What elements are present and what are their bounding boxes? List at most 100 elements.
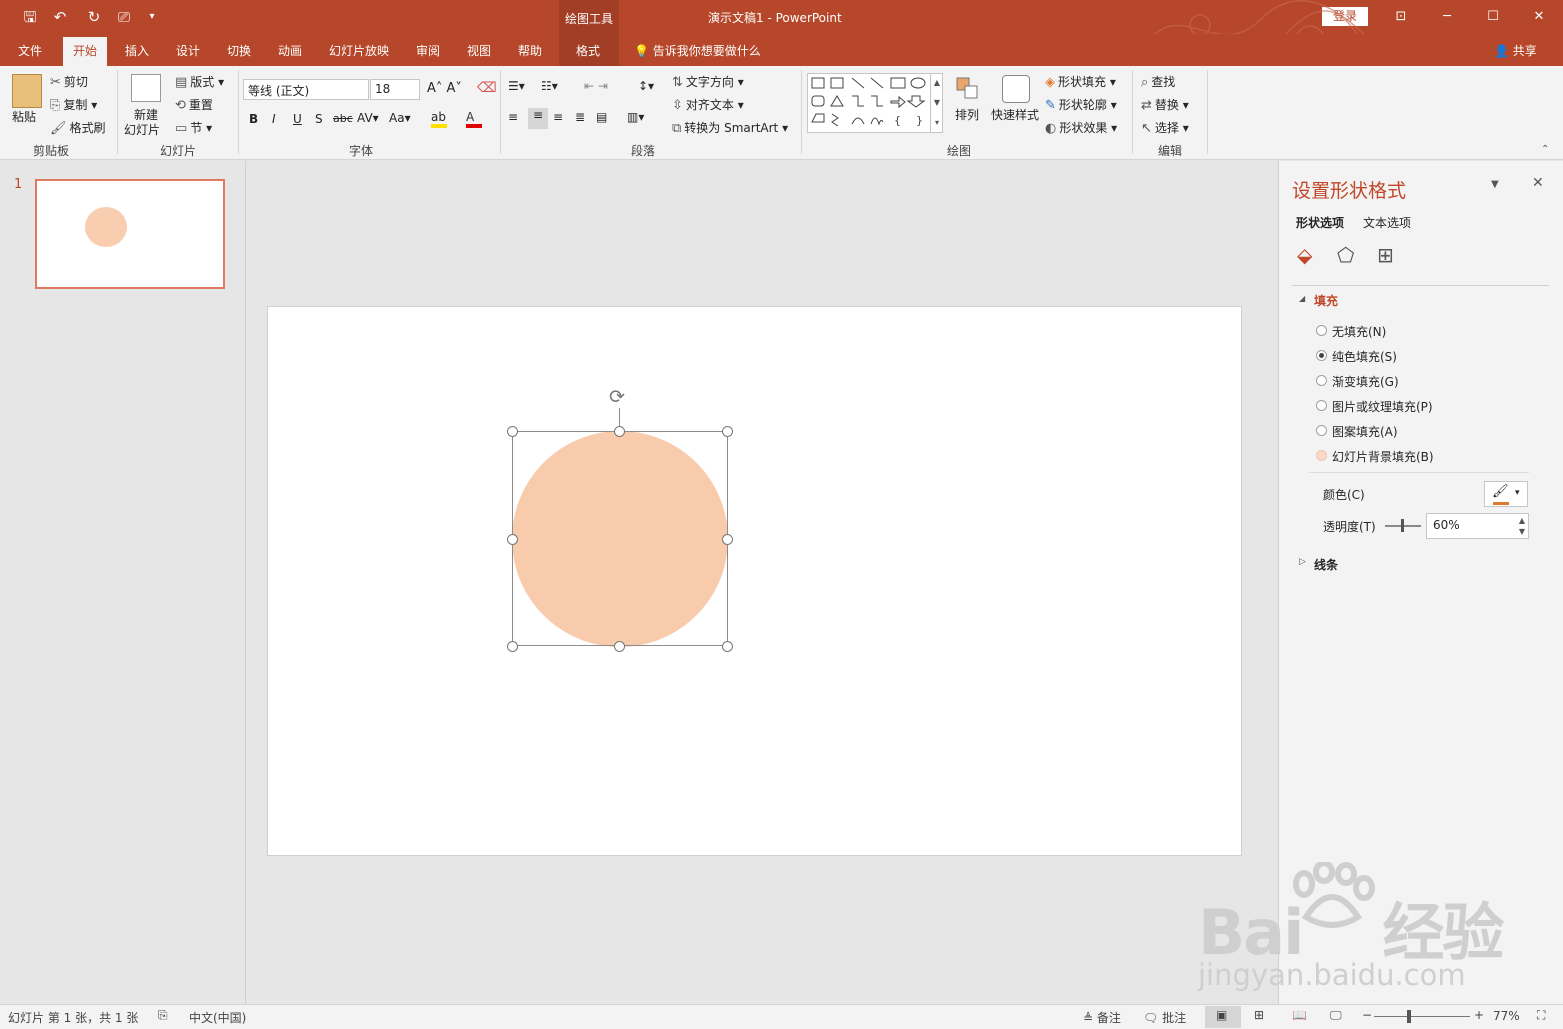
italic-icon[interactable]: I bbox=[272, 112, 276, 126]
label-solid-fill[interactable]: 纯色填充(S) bbox=[1332, 348, 1397, 365]
char-spacing-icon[interactable]: AV▾ bbox=[357, 111, 379, 125]
zoom-slider[interactable] bbox=[1374, 1016, 1470, 1017]
zoom-in-icon[interactable]: + bbox=[1474, 1008, 1484, 1022]
resize-handle-n[interactable] bbox=[614, 426, 625, 437]
size-properties-icon[interactable]: ⊞ bbox=[1377, 243, 1394, 267]
align-left-icon[interactable]: ≡ bbox=[508, 110, 518, 124]
tab-format[interactable]: 格式 bbox=[576, 42, 600, 59]
radio-solid-fill[interactable] bbox=[1316, 350, 1327, 361]
shape-effects-button[interactable]: ◐ 形状效果 ▾ bbox=[1045, 119, 1117, 136]
maximize-icon[interactable]: ☐ bbox=[1483, 8, 1503, 26]
tell-me-search[interactable]: 💡 告诉我你想要做什么 bbox=[634, 42, 761, 59]
slide-thumbnail[interactable] bbox=[35, 179, 225, 289]
tab-text-options[interactable]: 文本选项 bbox=[1363, 214, 1411, 231]
tab-slideshow[interactable]: 幻灯片放映 bbox=[329, 42, 389, 59]
resize-handle-s[interactable] bbox=[614, 641, 625, 652]
normal-view-icon[interactable]: ▣ bbox=[1216, 1008, 1227, 1022]
ribbon-display-options-icon[interactable]: ⊡ bbox=[1391, 8, 1411, 26]
fill-section-header[interactable]: 填充 bbox=[1314, 292, 1338, 309]
label-gradient-fill[interactable]: 渐变填充(G) bbox=[1332, 373, 1399, 390]
paste-label[interactable]: 粘贴 bbox=[12, 108, 36, 125]
slideshow-icon[interactable]: 🖵 bbox=[1330, 1008, 1342, 1023]
label-no-fill[interactable]: 无填充(N) bbox=[1332, 323, 1386, 340]
shape-outline-button[interactable]: ✎ 形状轮廓 ▾ bbox=[1045, 96, 1117, 113]
fit-to-window-icon[interactable]: ⛶ bbox=[1537, 1008, 1545, 1023]
tab-help[interactable]: 帮助 bbox=[518, 42, 542, 59]
font-family-select[interactable]: 等线 (正文) bbox=[243, 79, 369, 100]
redo-icon[interactable]: ↻ bbox=[84, 8, 104, 26]
arrange-label[interactable]: 排列 bbox=[955, 106, 979, 123]
paste-icon[interactable] bbox=[12, 74, 42, 108]
shape-fill-button[interactable]: ◈ 形状填充 ▾ bbox=[1045, 73, 1116, 90]
layout-button[interactable]: ▤ 版式 ▾ bbox=[175, 73, 224, 90]
resize-handle-se[interactable] bbox=[722, 641, 733, 652]
transparency-slider-thumb[interactable] bbox=[1401, 519, 1404, 532]
rotate-handle-icon[interactable]: ⟳ bbox=[609, 386, 625, 408]
notes-button[interactable]: ≜ 备注 bbox=[1083, 1009, 1121, 1026]
radio-picture-fill[interactable] bbox=[1316, 400, 1327, 411]
shadow-icon[interactable]: S bbox=[315, 112, 323, 126]
line-expand-icon[interactable]: ▷ bbox=[1299, 557, 1306, 567]
effects-pentagon-icon[interactable]: ⬠ bbox=[1337, 243, 1354, 267]
new-slide-icon[interactable] bbox=[131, 74, 161, 102]
minimize-icon[interactable]: ─ bbox=[1437, 8, 1457, 26]
line-section-header[interactable]: 线条 bbox=[1314, 556, 1338, 573]
align-text-button[interactable]: ⇳ 对齐文本 ▾ bbox=[672, 96, 744, 113]
align-right-icon[interactable]: ≡ bbox=[553, 110, 563, 124]
reset-button[interactable]: ⟲ 重置 bbox=[175, 96, 213, 113]
font-size-select[interactable]: 18 bbox=[370, 79, 420, 100]
change-case-icon[interactable]: Aa▾ bbox=[389, 111, 411, 125]
resize-handle-sw[interactable] bbox=[507, 641, 518, 652]
quick-styles-label[interactable]: 快速样式 bbox=[991, 106, 1039, 123]
slide-sorter-icon[interactable]: ⊞ bbox=[1254, 1008, 1264, 1022]
tab-insert[interactable]: 插入 bbox=[125, 42, 149, 59]
radio-pattern-fill[interactable] bbox=[1316, 425, 1327, 436]
spellcheck-icon[interactable]: ⎘ bbox=[158, 1008, 168, 1023]
label-pattern-fill[interactable]: 图案填充(A) bbox=[1332, 423, 1398, 440]
indent-icons[interactable]: ⇤ ⇥ bbox=[584, 79, 608, 93]
collapse-ribbon-icon[interactable]: ⌃ bbox=[1541, 144, 1549, 155]
tab-design[interactable]: 设计 bbox=[176, 42, 200, 59]
zoom-level[interactable]: 77% bbox=[1493, 1009, 1520, 1023]
comments-button[interactable]: 🗨 批注 bbox=[1143, 1009, 1186, 1026]
resize-handle-e[interactable] bbox=[722, 534, 733, 545]
tab-view[interactable]: 视图 bbox=[467, 42, 491, 59]
radio-background-fill[interactable] bbox=[1316, 450, 1327, 461]
replace-button[interactable]: ⇄ 替换 ▾ bbox=[1141, 96, 1189, 113]
resize-handle-ne[interactable] bbox=[722, 426, 733, 437]
fill-line-icon[interactable]: ⬙ bbox=[1297, 243, 1312, 267]
label-background-fill[interactable]: 幻灯片背景填充(B) bbox=[1332, 448, 1434, 465]
numbering-icon[interactable]: ☷▾ bbox=[541, 79, 558, 93]
zoom-out-icon[interactable]: − bbox=[1362, 1008, 1372, 1022]
zoom-slider-thumb[interactable] bbox=[1407, 1010, 1411, 1023]
cut-button[interactable]: ✂ 剪切 bbox=[50, 73, 88, 90]
format-painter-button[interactable]: 🖌 格式刷 bbox=[50, 119, 106, 136]
arrange-icon[interactable] bbox=[955, 76, 979, 100]
underline-icon[interactable]: U bbox=[293, 112, 302, 126]
strikethrough-icon[interactable]: abc bbox=[333, 112, 353, 125]
radio-no-fill[interactable] bbox=[1316, 325, 1327, 336]
start-from-beginning-icon[interactable]: ⎚ bbox=[114, 8, 134, 26]
tab-home[interactable]: 开始 bbox=[63, 37, 108, 66]
close-icon[interactable]: ✕ bbox=[1529, 8, 1549, 26]
new-slide-label-2[interactable]: 幻灯片 bbox=[124, 121, 160, 138]
tab-review[interactable]: 审阅 bbox=[416, 42, 440, 59]
reading-view-icon[interactable]: 📖 bbox=[1292, 1008, 1307, 1022]
language-indicator[interactable]: 中文(中国) bbox=[189, 1009, 246, 1026]
transparency-input[interactable]: 60% ▲ ▼ bbox=[1426, 513, 1529, 539]
tab-shape-options[interactable]: 形状选项 bbox=[1296, 214, 1344, 231]
tab-transitions[interactable]: 切换 bbox=[227, 42, 251, 59]
radio-gradient-fill[interactable] bbox=[1316, 375, 1327, 386]
bold-icon[interactable]: B bbox=[249, 112, 258, 126]
save-icon[interactable]: 🖫 bbox=[20, 8, 40, 26]
undo-icon[interactable]: ↶ bbox=[50, 8, 70, 26]
resize-handle-w[interactable] bbox=[507, 534, 518, 545]
smartart-button[interactable]: ⧉ 转换为 SmartArt ▾ bbox=[672, 119, 788, 136]
columns-icon[interactable]: ▥▾ bbox=[627, 110, 644, 124]
label-picture-fill[interactable]: 图片或纹理填充(P) bbox=[1332, 398, 1433, 415]
align-center-icon[interactable]: ≡ bbox=[528, 108, 548, 129]
pane-options-icon[interactable]: ▼ bbox=[1491, 179, 1499, 190]
quick-styles-icon[interactable] bbox=[1002, 75, 1030, 103]
distributed-icon[interactable]: ▤ bbox=[596, 110, 607, 124]
copy-button[interactable]: ⎘ 复制 ▾ bbox=[50, 96, 97, 113]
